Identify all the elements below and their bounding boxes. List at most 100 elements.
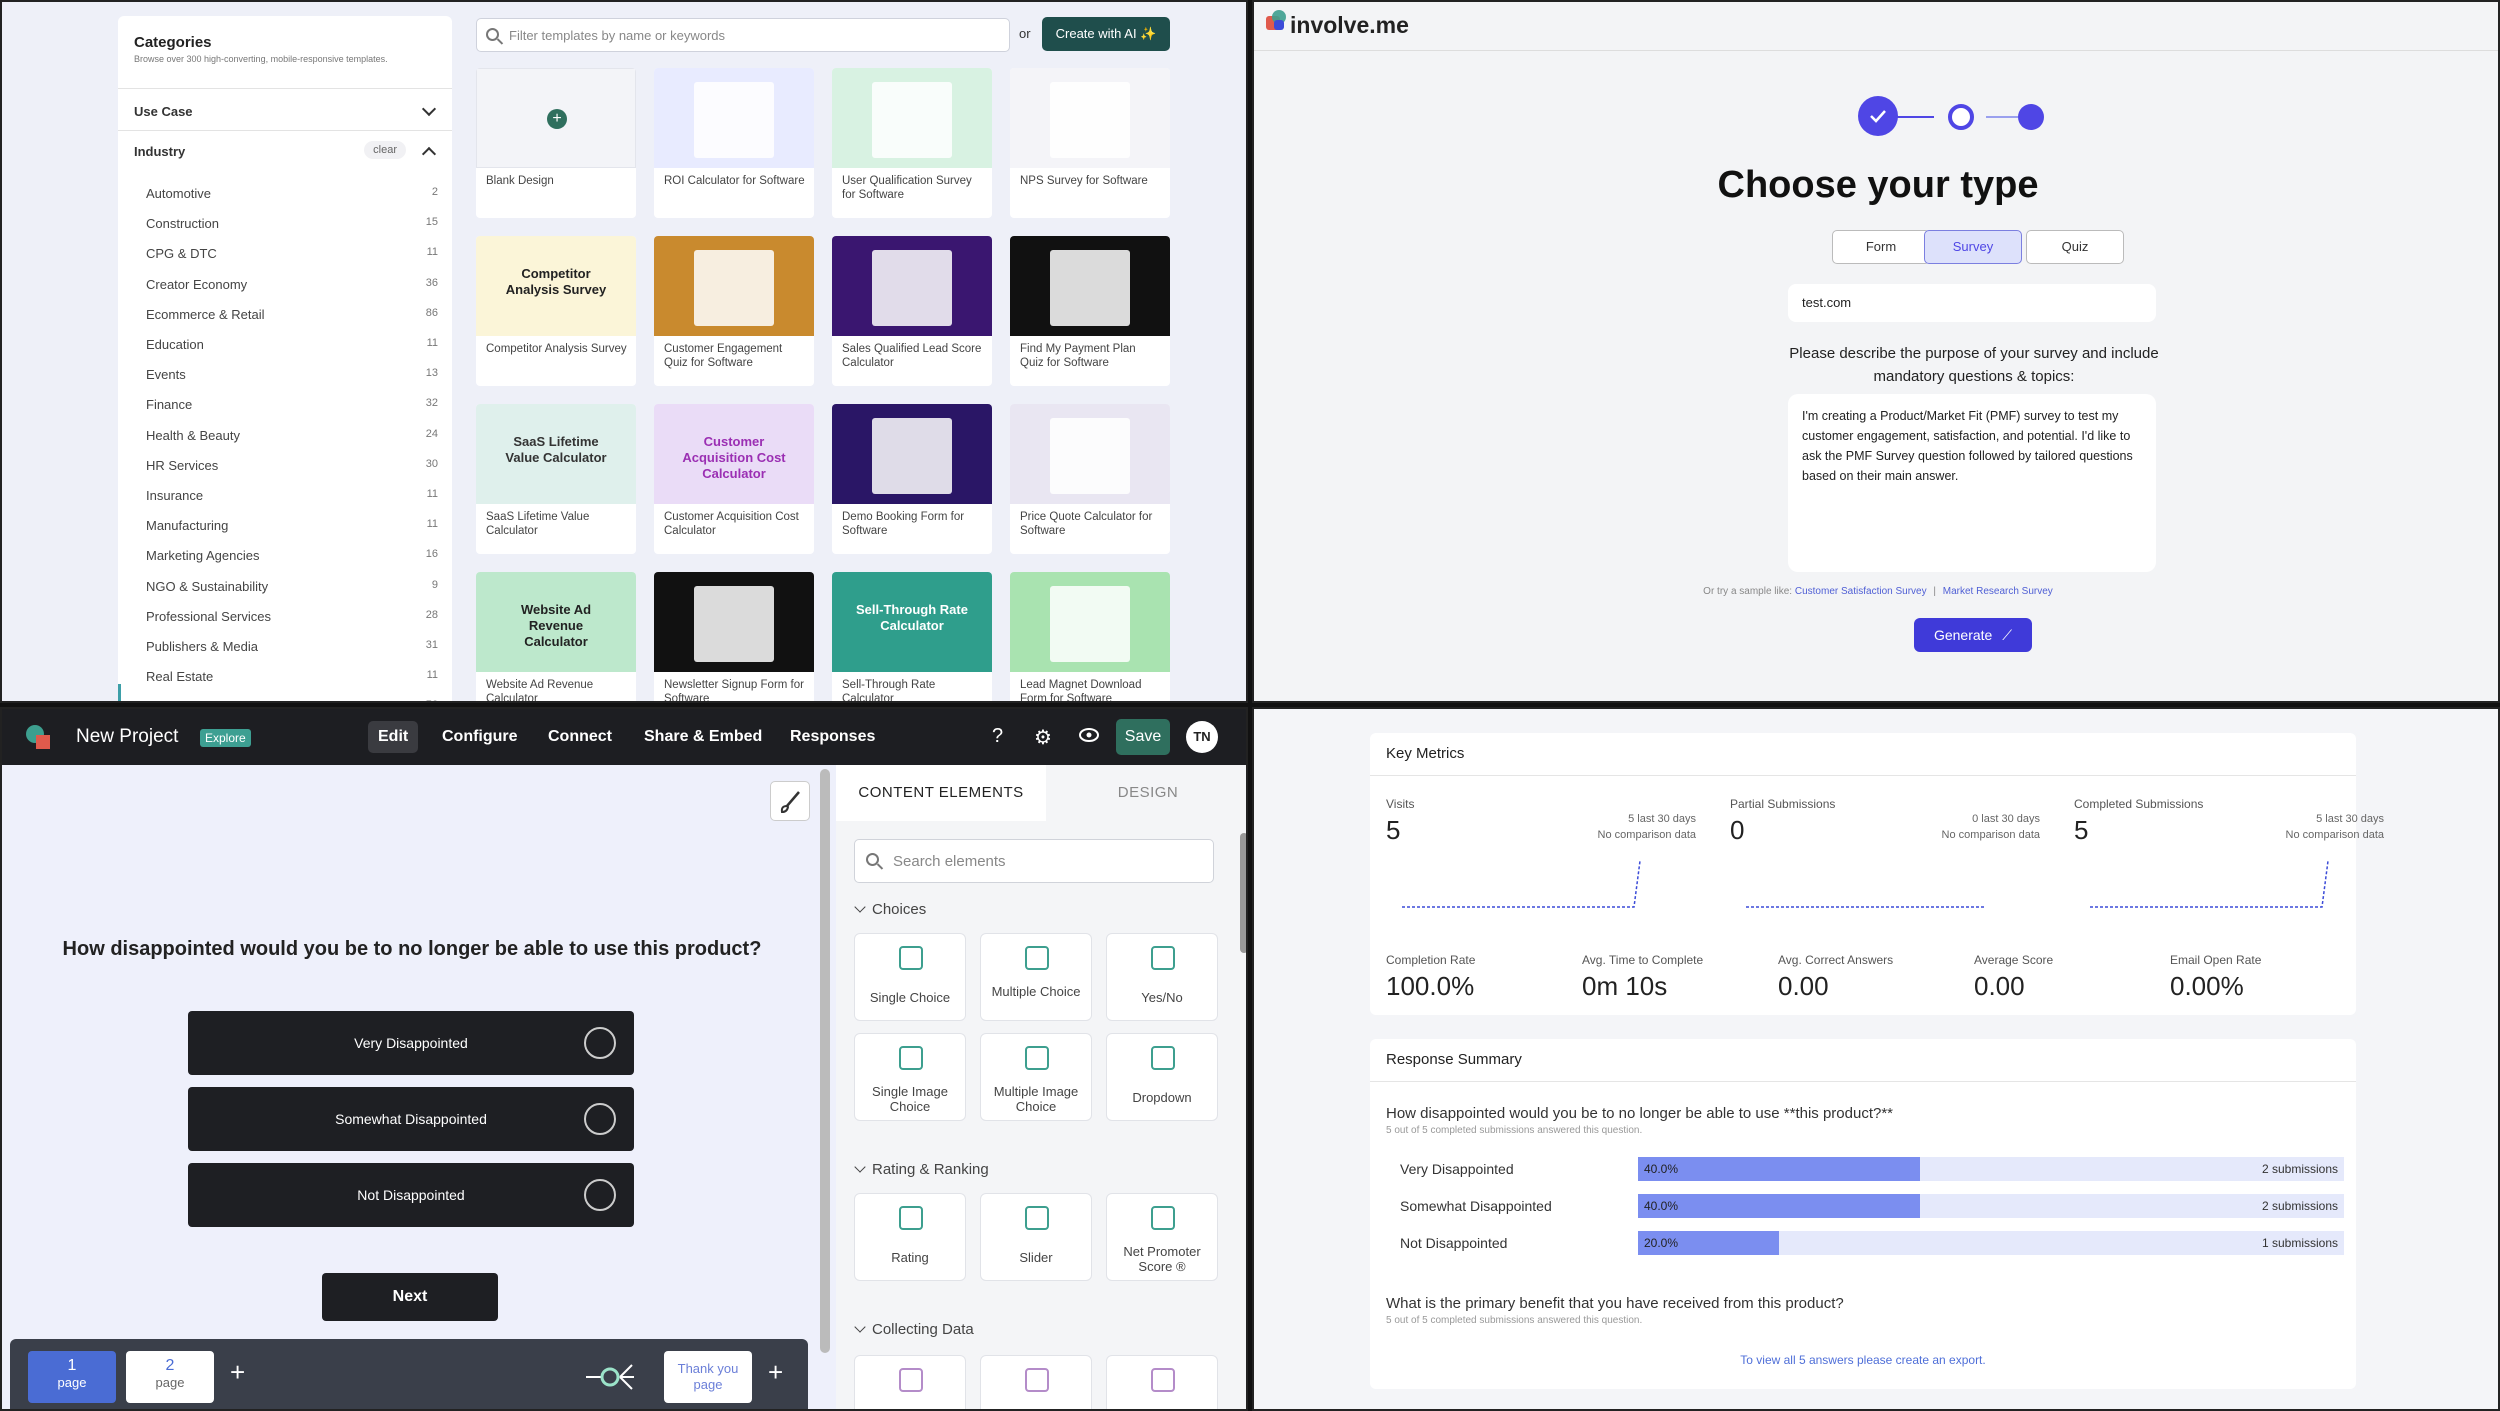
template-card[interactable]: NPS Survey for Software: [1010, 68, 1170, 218]
sample-market-research-link[interactable]: Market Research Survey: [1943, 586, 2053, 597]
template-card[interactable]: SaaS Lifetime Value Calculator SaaS Lifet…: [476, 404, 636, 554]
save-button[interactable]: Save: [1116, 719, 1170, 755]
element-tile[interactable]: Multiple Choice: [980, 933, 1092, 1021]
sample-customer-satisfaction-link[interactable]: Customer Satisfaction Survey: [1795, 586, 1927, 597]
project-title[interactable]: New Project: [76, 726, 178, 748]
tab-content-elements[interactable]: CONTENT ELEMENTS: [836, 765, 1046, 821]
element-tile[interactable]: Single Image Choice: [854, 1033, 966, 1121]
template-card[interactable]: ROI Calculator for Software: [654, 68, 814, 218]
industry-item[interactable]: Finance 32: [146, 397, 438, 412]
industry-item[interactable]: Automotive 2: [146, 186, 438, 201]
template-card[interactable]: Competitor Analysis Survey Competitor Ana…: [476, 236, 636, 386]
template-card[interactable]: Website Ad Revenue Calculator Website Ad …: [476, 572, 636, 701]
page-bar: 1 page 2 page + Thank you page +: [10, 1339, 808, 1409]
element-search-input[interactable]: Search elements: [854, 839, 1214, 883]
gear-icon[interactable]: ⚙: [1034, 725, 1052, 750]
nav-connect[interactable]: Connect: [538, 721, 622, 753]
thank-you-page-tab[interactable]: Thank you page: [664, 1351, 752, 1403]
template-card[interactable]: Customer Acquisition Cost Calculator Cust…: [654, 404, 814, 554]
avatar[interactable]: TN: [1186, 721, 1218, 753]
industry-item[interactable]: Ecommerce & Retail 86: [146, 307, 438, 322]
template-card[interactable]: Find My Payment Plan Quiz for Software: [1010, 236, 1170, 386]
help-icon[interactable]: ?: [992, 725, 1003, 748]
or-label: or: [1019, 26, 1031, 41]
website-url-input[interactable]: test.com: [1788, 284, 2156, 322]
purpose-textarea[interactable]: I'm creating a Product/Market Fit (PMF) …: [1788, 394, 2156, 572]
template-card[interactable]: User Qualification Survey for Software: [832, 68, 992, 218]
generate-button[interactable]: Generate ⟋: [1914, 618, 2032, 652]
page-1-tab[interactable]: 1 page: [28, 1351, 116, 1403]
nav-configure[interactable]: Configure: [432, 721, 528, 753]
industry-name: Marketing Agencies: [146, 548, 260, 564]
industry-count: 31: [425, 639, 438, 651]
canvas-scrollbar[interactable]: [820, 769, 830, 1353]
element-tile[interactable]: Yes/No: [1106, 933, 1218, 1021]
page-2-tab[interactable]: 2 page: [126, 1351, 214, 1403]
use-case-toggle[interactable]: Use Case: [134, 101, 440, 119]
elements-scrollbar[interactable]: [1240, 833, 1246, 953]
template-card[interactable]: Price Quote Calculator for Software: [1010, 404, 1170, 554]
step-1-complete: [1858, 96, 1898, 136]
industry-item[interactable]: Real Estate 11: [146, 669, 438, 684]
industry-toggle[interactable]: Industry clear: [134, 141, 440, 162]
add-page-icon[interactable]: +: [768, 1357, 783, 1388]
industry-item[interactable]: Manufacturing 11: [146, 518, 438, 533]
template-card[interactable]: + Blank Design: [476, 68, 636, 218]
industry-item[interactable]: Insurance 11: [146, 488, 438, 503]
answer-option[interactable]: Not Disappointed: [188, 1163, 634, 1227]
categories-title: Categories: [134, 34, 212, 51]
preview-eye-icon[interactable]: [1078, 721, 1100, 755]
industry-item[interactable]: HR Services 30: [146, 458, 438, 473]
element-tile[interactable]: Slider: [980, 1193, 1092, 1281]
template-search-input[interactable]: Filter templates by name or keywords: [476, 18, 1010, 52]
template-card[interactable]: Sales Qualified Lead Score Calculator: [832, 236, 992, 386]
template-card[interactable]: Customer Engagement Quiz for Software: [654, 236, 814, 386]
tab-design[interactable]: DESIGN: [1046, 765, 1246, 821]
industry-item[interactable]: NGO & Sustainability 9: [146, 579, 438, 594]
section-choices[interactable]: Choices: [854, 901, 926, 918]
type-survey-button[interactable]: Survey: [1924, 230, 2022, 264]
industry-item[interactable]: CPG & DTC 11: [146, 246, 438, 261]
industry-item[interactable]: Health & Beauty 24: [146, 428, 438, 443]
nav-share-embed[interactable]: Share & Embed: [634, 721, 772, 753]
element-tile[interactable]: Dropdown: [1106, 1033, 1218, 1121]
industry-item[interactable]: Creator Economy 36: [146, 277, 438, 292]
type-form-button[interactable]: Form: [1832, 230, 1930, 264]
add-page-icon[interactable]: +: [230, 1357, 245, 1388]
element-tile[interactable]: [980, 1355, 1092, 1409]
next-button[interactable]: Next: [322, 1273, 498, 1321]
industry-item[interactable]: Education 11: [146, 337, 438, 352]
template-card[interactable]: Demo Booking Form for Software: [832, 404, 992, 554]
active-indicator: [118, 684, 121, 701]
element-tile[interactable]: Net Promoter Score ®: [1106, 1193, 1218, 1281]
element-tile[interactable]: Single Choice: [854, 933, 966, 1021]
nav-responses[interactable]: Responses: [780, 721, 885, 753]
brush-icon[interactable]: [770, 781, 810, 821]
clear-button[interactable]: clear: [364, 141, 406, 159]
type-quiz-button[interactable]: Quiz: [2026, 230, 2124, 264]
template-card[interactable]: Newsletter Signup Form for Software: [654, 572, 814, 701]
element-tile[interactable]: Rating: [854, 1193, 966, 1281]
industry-item[interactable]: Professional Services 28: [146, 609, 438, 624]
industry-item[interactable]: Publishers & Media 31: [146, 639, 438, 654]
industry-item[interactable]: Construction 15: [146, 216, 438, 231]
nav-edit[interactable]: Edit: [368, 721, 419, 753]
industry-item[interactable]: Events 13: [146, 367, 438, 382]
logic-flow-icon[interactable]: [584, 1357, 638, 1402]
element-tile[interactable]: Multiple Image Choice: [980, 1033, 1092, 1121]
answer-option[interactable]: Very Disappointed: [188, 1011, 634, 1075]
template-card[interactable]: Sell-Through Rate Calculator Sell-Through…: [832, 572, 992, 701]
industry-item[interactable]: Software 56: [146, 699, 438, 701]
answer-option[interactable]: Somewhat Disappointed: [188, 1087, 634, 1151]
element-icon: [1025, 1206, 1049, 1230]
template-card[interactable]: Lead Magnet Download Form for Software: [1010, 572, 1170, 701]
export-link[interactable]: To view all 5 answers please create an e…: [1370, 1353, 2356, 1367]
section-collecting-data[interactable]: Collecting Data: [854, 1321, 974, 1338]
question-text[interactable]: How disappointed would you be to no long…: [62, 937, 762, 962]
answer-bar-track: 20.0% 1 submissions: [1638, 1231, 2344, 1255]
industry-item[interactable]: Marketing Agencies 16: [146, 548, 438, 563]
create-with-ai-button[interactable]: Create with AI ✨: [1042, 17, 1170, 51]
element-tile[interactable]: [1106, 1355, 1218, 1409]
section-rating-ranking[interactable]: Rating & Ranking: [854, 1161, 989, 1178]
element-tile[interactable]: [854, 1355, 966, 1409]
